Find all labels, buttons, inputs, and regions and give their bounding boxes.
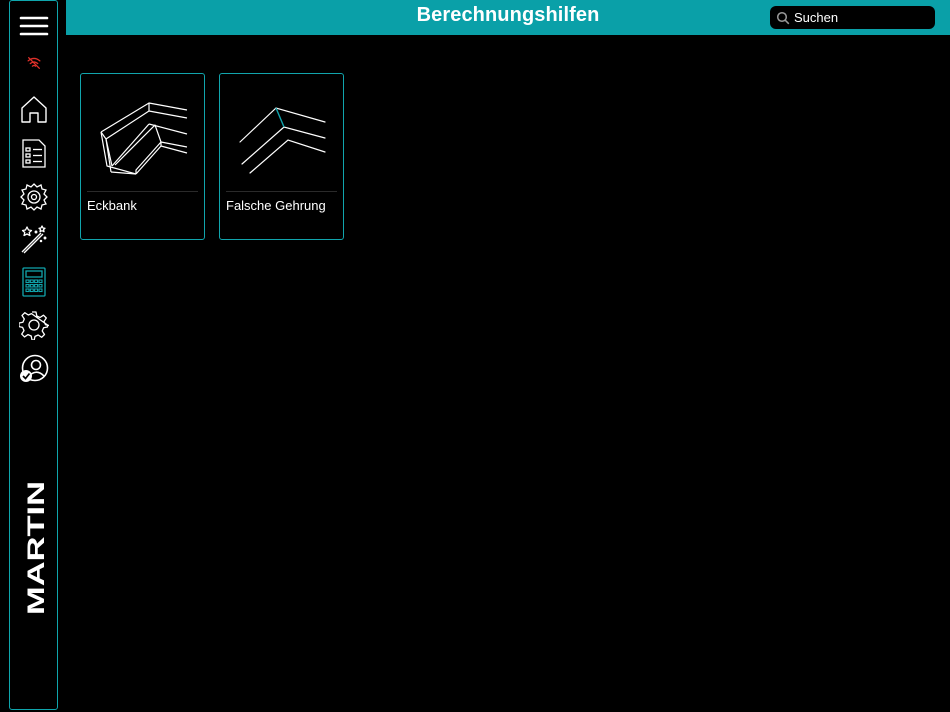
card-label: Eckbank [87, 198, 137, 213]
card-eckbank[interactable]: Eckbank [80, 73, 205, 240]
card-divider [226, 191, 337, 192]
false-miter-icon [239, 107, 326, 174]
search-box[interactable] [770, 6, 935, 29]
brand-text: MARTIN [24, 481, 46, 615]
card-label: Falsche Gehrung [226, 198, 326, 213]
wifi-off-icon[interactable] [18, 47, 50, 79]
sidebar: MARTIN [9, 0, 58, 710]
list-icon[interactable] [18, 137, 50, 169]
settings-gear-icon[interactable] [18, 309, 50, 341]
corner-bench-icon [100, 102, 188, 175]
martin-logo: MARTIN [24, 481, 46, 615]
magic-wand-icon[interactable] [18, 223, 50, 255]
calculator-icon[interactable] [18, 266, 50, 298]
menu-icon[interactable] [18, 10, 50, 42]
saw-blade-icon[interactable] [18, 181, 50, 213]
card-divider [87, 191, 198, 192]
card-falsche-gehrung[interactable]: Falsche Gehrung [219, 73, 344, 240]
search-input[interactable] [794, 10, 924, 25]
home-icon[interactable] [18, 93, 50, 125]
search-icon [776, 11, 790, 25]
user-account-icon[interactable] [18, 353, 50, 385]
